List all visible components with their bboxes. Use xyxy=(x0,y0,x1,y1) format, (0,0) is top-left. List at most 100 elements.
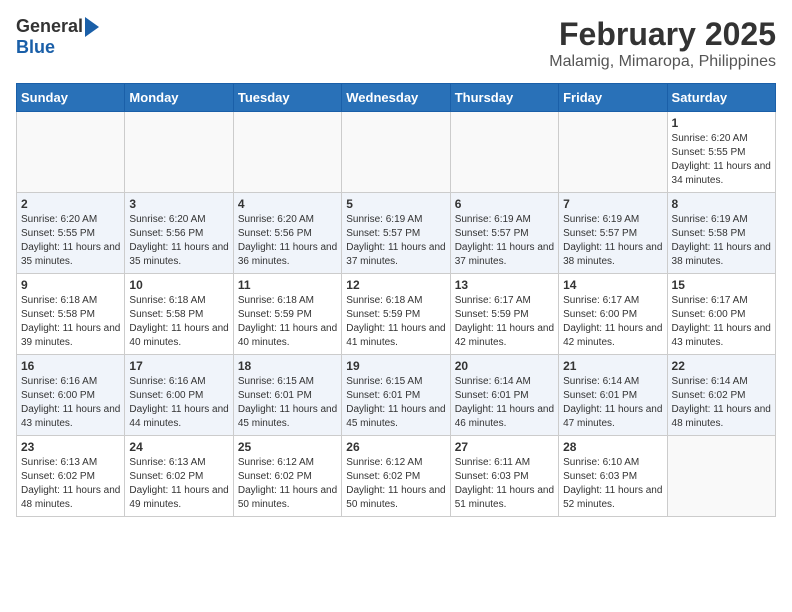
day-number: 1 xyxy=(672,116,771,130)
calendar-cell: 20Sunrise: 6:14 AM Sunset: 6:01 PM Dayli… xyxy=(450,355,558,436)
calendar-cell: 15 Sunrise: 6:17 AM Sunset: 6:00 PM Dayli… xyxy=(667,274,775,355)
calendar-cell: 25 Sunrise: 6:12 AM Sunset: 6:02 PM Dayli… xyxy=(233,436,341,517)
day-info: Sunrise: 6:20 AM Sunset: 5:55 PM Dayligh… xyxy=(672,132,771,188)
day-info: Sunrise: 6:19 AM Sunset: 5:57 PM Dayligh… xyxy=(455,213,554,269)
calendar-header: SundayMondayTuesdayWednesdayThursdayFrid… xyxy=(17,84,776,112)
day-info: Sunrise: 6:18 AM Sunset: 5:59 PM Dayligh… xyxy=(346,294,445,350)
day-number: 16 xyxy=(21,359,120,373)
day-number: 11 xyxy=(238,278,337,292)
day-info: Sunrise: 6:16 AM Sunset: 6:00 PM Dayligh… xyxy=(129,375,228,431)
day-info: Sunrise: 6:17 AM Sunset: 5:59 PM Dayligh… xyxy=(455,294,554,350)
day-info: Sunrise: 6:11 AM Sunset: 6:03 PM Dayligh… xyxy=(455,456,554,512)
day-info: Sunrise: 6:15 AM Sunset: 6:01 PM Dayligh… xyxy=(346,375,445,431)
day-number: 26 xyxy=(346,440,445,454)
logo-arrow-icon xyxy=(85,17,99,37)
calendar-cell xyxy=(667,436,775,517)
day-info: Sunrise: 6:18 AM Sunset: 5:59 PM Dayligh… xyxy=(238,294,337,350)
calendar-week-4: 23Sunrise: 6:13 AM Sunset: 6:02 PM Dayli… xyxy=(17,436,776,517)
calendar-cell xyxy=(233,112,341,193)
day-info: Sunrise: 6:18 AM Sunset: 5:58 PM Dayligh… xyxy=(21,294,120,350)
day-number: 22 xyxy=(672,359,771,373)
day-number: 12 xyxy=(346,278,445,292)
day-number: 6 xyxy=(455,197,554,211)
day-number: 2 xyxy=(21,197,120,211)
calendar-cell: 12 Sunrise: 6:18 AM Sunset: 5:59 PM Dayli… xyxy=(342,274,450,355)
day-number: 27 xyxy=(455,440,554,454)
calendar-cell: 3Sunrise: 6:20 AM Sunset: 5:56 PM Daylig… xyxy=(125,193,233,274)
day-info: Sunrise: 6:15 AM Sunset: 6:01 PM Dayligh… xyxy=(238,375,337,431)
logo: General Blue xyxy=(16,16,99,58)
calendar-cell: 11 Sunrise: 6:18 AM Sunset: 5:59 PM Dayli… xyxy=(233,274,341,355)
day-info: Sunrise: 6:19 AM Sunset: 5:57 PM Dayligh… xyxy=(563,213,662,269)
day-number: 19 xyxy=(346,359,445,373)
weekday-header-saturday: Saturday xyxy=(667,84,775,112)
weekday-header-wednesday: Wednesday xyxy=(342,84,450,112)
calendar-cell: 9Sunrise: 6:18 AM Sunset: 5:58 PM Daylig… xyxy=(17,274,125,355)
day-info: Sunrise: 6:12 AM Sunset: 6:02 PM Dayligh… xyxy=(238,456,337,512)
calendar-cell: 16 Sunrise: 6:16 AM Sunset: 6:00 PM Dayli… xyxy=(17,355,125,436)
calendar-cell: 21 Sunrise: 6:14 AM Sunset: 6:01 PM Dayli… xyxy=(559,355,667,436)
day-info: Sunrise: 6:14 AM Sunset: 6:01 PM Dayligh… xyxy=(563,375,662,431)
page-subtitle: Malamig, Mimaropa, Philippines xyxy=(549,53,776,71)
weekday-header-friday: Friday xyxy=(559,84,667,112)
weekday-header-sunday: Sunday xyxy=(17,84,125,112)
calendar-week-2: 9Sunrise: 6:18 AM Sunset: 5:58 PM Daylig… xyxy=(17,274,776,355)
day-number: 18 xyxy=(238,359,337,373)
weekday-header-thursday: Thursday xyxy=(450,84,558,112)
title-section: February 2025 Malamig, Mimaropa, Philipp… xyxy=(549,16,776,71)
calendar-cell: 27 Sunrise: 6:11 AM Sunset: 6:03 PM Dayli… xyxy=(450,436,558,517)
day-number: 24 xyxy=(129,440,228,454)
calendar-cell: 24 Sunrise: 6:13 AM Sunset: 6:02 PM Dayli… xyxy=(125,436,233,517)
day-number: 7 xyxy=(563,197,662,211)
calendar-cell: 10 Sunrise: 6:18 AM Sunset: 5:58 PM Dayli… xyxy=(125,274,233,355)
calendar-cell: 8Sunrise: 6:19 AM Sunset: 5:58 PM Daylig… xyxy=(667,193,775,274)
day-number: 15 xyxy=(672,278,771,292)
day-number: 13 xyxy=(455,278,554,292)
day-number: 14 xyxy=(563,278,662,292)
calendar-week-0: 1 Sunrise: 6:20 AM Sunset: 5:55 PM Daylig… xyxy=(17,112,776,193)
calendar-cell: 17Sunrise: 6:16 AM Sunset: 6:00 PM Dayli… xyxy=(125,355,233,436)
day-info: Sunrise: 6:18 AM Sunset: 5:58 PM Dayligh… xyxy=(129,294,228,350)
day-info: Sunrise: 6:10 AM Sunset: 6:03 PM Dayligh… xyxy=(563,456,662,512)
calendar-cell: 22 Sunrise: 6:14 AM Sunset: 6:02 PM Dayli… xyxy=(667,355,775,436)
calendar-cell: 1 Sunrise: 6:20 AM Sunset: 5:55 PM Daylig… xyxy=(667,112,775,193)
calendar-week-3: 16 Sunrise: 6:16 AM Sunset: 6:00 PM Dayli… xyxy=(17,355,776,436)
day-info: Sunrise: 6:16 AM Sunset: 6:00 PM Dayligh… xyxy=(21,375,120,431)
calendar-cell: 6 Sunrise: 6:19 AM Sunset: 5:57 PM Daylig… xyxy=(450,193,558,274)
calendar-cell: 19 Sunrise: 6:15 AM Sunset: 6:01 PM Dayli… xyxy=(342,355,450,436)
logo-general-text: General xyxy=(16,16,83,37)
day-info: Sunrise: 6:14 AM Sunset: 6:02 PM Dayligh… xyxy=(672,375,771,431)
day-number: 4 xyxy=(238,197,337,211)
calendar-cell xyxy=(342,112,450,193)
calendar-cell xyxy=(450,112,558,193)
day-info: Sunrise: 6:17 AM Sunset: 6:00 PM Dayligh… xyxy=(563,294,662,350)
calendar-cell xyxy=(125,112,233,193)
calendar-cell: 23Sunrise: 6:13 AM Sunset: 6:02 PM Dayli… xyxy=(17,436,125,517)
day-info: Sunrise: 6:19 AM Sunset: 5:57 PM Dayligh… xyxy=(346,213,445,269)
calendar-cell: 13 Sunrise: 6:17 AM Sunset: 5:59 PM Dayli… xyxy=(450,274,558,355)
calendar-cell xyxy=(17,112,125,193)
calendar-body: 1 Sunrise: 6:20 AM Sunset: 5:55 PM Daylig… xyxy=(17,112,776,517)
day-info: Sunrise: 6:20 AM Sunset: 5:55 PM Dayligh… xyxy=(21,213,120,269)
calendar-cell: 4 Sunrise: 6:20 AM Sunset: 5:56 PM Daylig… xyxy=(233,193,341,274)
calendar-table: SundayMondayTuesdayWednesdayThursdayFrid… xyxy=(16,83,776,517)
logo-blue-text: Blue xyxy=(16,37,55,58)
day-number: 10 xyxy=(129,278,228,292)
day-info: Sunrise: 6:17 AM Sunset: 6:00 PM Dayligh… xyxy=(672,294,771,350)
day-info: Sunrise: 6:20 AM Sunset: 5:56 PM Dayligh… xyxy=(238,213,337,269)
weekday-header-tuesday: Tuesday xyxy=(233,84,341,112)
day-number: 3 xyxy=(129,197,228,211)
calendar-cell: 18 Sunrise: 6:15 AM Sunset: 6:01 PM Dayli… xyxy=(233,355,341,436)
day-number: 20 xyxy=(455,359,554,373)
calendar-cell: 5 Sunrise: 6:19 AM Sunset: 5:57 PM Daylig… xyxy=(342,193,450,274)
calendar-cell: 2 Sunrise: 6:20 AM Sunset: 5:55 PM Daylig… xyxy=(17,193,125,274)
calendar-cell: 14 Sunrise: 6:17 AM Sunset: 6:00 PM Dayli… xyxy=(559,274,667,355)
day-info: Sunrise: 6:13 AM Sunset: 6:02 PM Dayligh… xyxy=(129,456,228,512)
day-number: 5 xyxy=(346,197,445,211)
day-number: 25 xyxy=(238,440,337,454)
page-title: February 2025 xyxy=(549,16,776,53)
day-number: 21 xyxy=(563,359,662,373)
day-info: Sunrise: 6:13 AM Sunset: 6:02 PM Dayligh… xyxy=(21,456,120,512)
calendar-cell: 28Sunrise: 6:10 AM Sunset: 6:03 PM Dayli… xyxy=(559,436,667,517)
weekday-header-monday: Monday xyxy=(125,84,233,112)
